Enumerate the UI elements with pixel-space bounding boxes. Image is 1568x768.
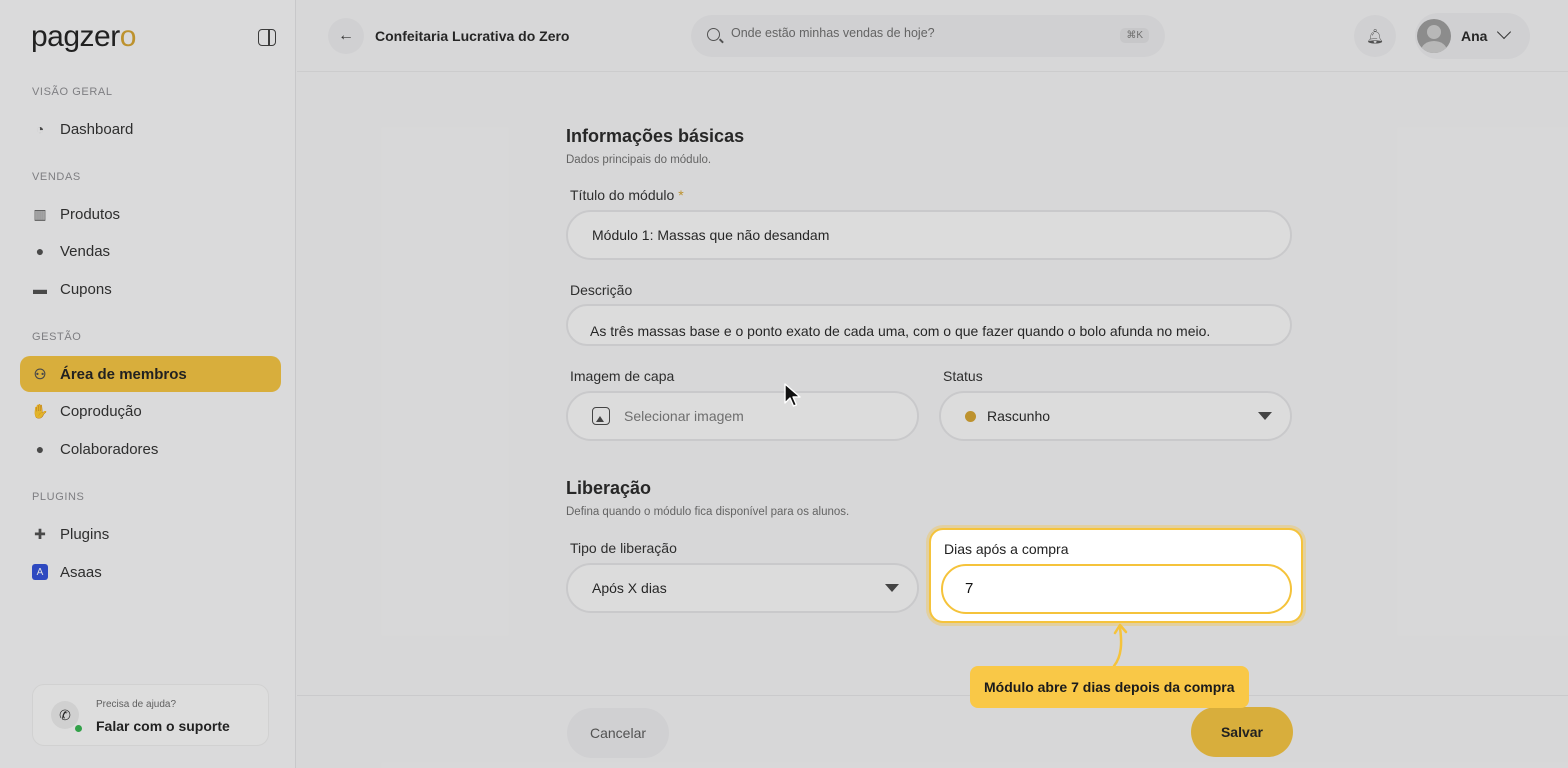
sidebar-item-produtos[interactable]: ▥ Produtos [20, 196, 281, 232]
cover-image-picker[interactable]: Selecionar imagem [566, 391, 919, 441]
basic-info-subtitle: Dados principais do módulo. [566, 154, 712, 166]
user-menu[interactable]: Ana [1415, 13, 1530, 59]
logo[interactable]: pagzero [31, 20, 136, 54]
tutorial-tooltip: Módulo abre 7 dias depois da compra [970, 666, 1249, 708]
sidebar-item-coproducao[interactable]: ✋ Coprodução [20, 393, 281, 429]
days-after-purchase-input[interactable] [965, 580, 1265, 597]
page-title: Confeitaria Lucrativa do Zero [375, 28, 570, 44]
asaas-icon: A [32, 564, 48, 580]
sales-icon: ● [35, 243, 45, 259]
description-label: Descrição [570, 282, 633, 298]
basic-info-title: Informações básicas [566, 126, 745, 146]
module-title-label: Título do módulo * [570, 187, 684, 203]
section-label-management: GESTÃO [32, 331, 82, 343]
chevron-down-icon [1496, 24, 1512, 40]
back-button[interactable]: ← [328, 18, 364, 54]
sidebar-item-area-de-membros[interactable]: ⚇ Área de membros [20, 356, 281, 392]
search-input[interactable] [731, 26, 1101, 40]
cancel-button[interactable]: Cancelar [567, 708, 669, 758]
status-label: Status [943, 368, 983, 384]
release-subtitle: Defina quando o módulo fica disponível p… [566, 506, 850, 518]
section-label-plugins: PLUGINS [32, 491, 85, 503]
top-header: ← Confeitaria Lucrativa do Zero ⌘K 🔔︎ An… [297, 0, 1568, 72]
online-status-dot [75, 725, 82, 732]
days-after-purchase-label: Dias após a compra [944, 541, 1069, 557]
sidebar-item-cupons[interactable]: ▬ Cupons [20, 271, 281, 307]
user-name: Ana [1461, 28, 1488, 44]
support-link[interactable]: Falar com o suporte [96, 718, 230, 734]
members-icon: ⚇ [33, 365, 47, 382]
section-label-overview: VISÃO GERAL [32, 86, 113, 98]
days-after-purchase-field[interactable] [941, 564, 1292, 614]
cover-image-label: Imagem de capa [570, 368, 675, 384]
sidebar-item-asaas[interactable]: A Asaas [20, 554, 281, 590]
puzzle-icon: ✚ [34, 525, 46, 542]
release-type-label: Tipo de liberação [570, 540, 677, 556]
support-card[interactable]: ✆ Precisa de ajuda? Falar com o suporte [32, 684, 269, 746]
help-caption: Precisa de ajuda? [96, 699, 177, 710]
status-dot [965, 410, 976, 422]
search-bar[interactable]: ⌘K [691, 15, 1165, 57]
coupon-icon: ▬ [33, 281, 47, 297]
sidebar-toggle-icon[interactable] [258, 29, 276, 46]
products-icon: ▥ [33, 205, 47, 222]
sidebar-item-dashboard[interactable]: ◔ Dashboard [20, 111, 281, 147]
module-title-input[interactable]: Módulo 1: Massas que não desandam [566, 210, 1292, 260]
highlighted-days-field: Dias após a compra [929, 528, 1303, 623]
notifications-button[interactable]: 🔔︎ [1354, 15, 1396, 57]
image-icon [592, 407, 610, 425]
sidebar-item-vendas[interactable]: ● Vendas [20, 233, 281, 269]
module-form: Informações básicas Dados principais do … [297, 73, 1568, 768]
avatar [1417, 19, 1451, 53]
section-label-sales: VENDAS [32, 171, 81, 183]
sidebar: pagzero VISÃO GERAL ◔ Dashboard VENDAS ▥ P… [0, 0, 296, 768]
handshake-icon: ✋ [31, 402, 49, 419]
caret-down-icon [1258, 412, 1272, 420]
shortcut-badge: ⌘K [1120, 28, 1149, 43]
footer-divider [297, 695, 1568, 696]
release-title: Liberação [566, 478, 652, 498]
search-icon [707, 28, 720, 41]
sidebar-item-plugins[interactable]: ✚ Plugins [20, 516, 281, 552]
release-type-select[interactable]: Após X dias [566, 563, 919, 613]
callout-arrow-icon [1112, 623, 1128, 668]
sidebar-item-colaboradores[interactable]: ● Colaboradores [20, 431, 281, 467]
arrow-left-icon: ← [338, 27, 354, 44]
mouse-cursor-icon [784, 383, 801, 407]
user-icon: ● [35, 441, 45, 457]
save-button[interactable]: Salvar [1191, 707, 1293, 757]
status-select[interactable]: Rascunho [939, 391, 1292, 441]
dashboard-icon: ◔ [35, 121, 45, 137]
caret-down-icon [885, 584, 899, 592]
bell-icon: 🔔︎ [1366, 27, 1384, 44]
whatsapp-icon: ✆ [51, 701, 79, 729]
description-textarea[interactable]: As três massas base e o ponto exato de c… [566, 304, 1292, 346]
